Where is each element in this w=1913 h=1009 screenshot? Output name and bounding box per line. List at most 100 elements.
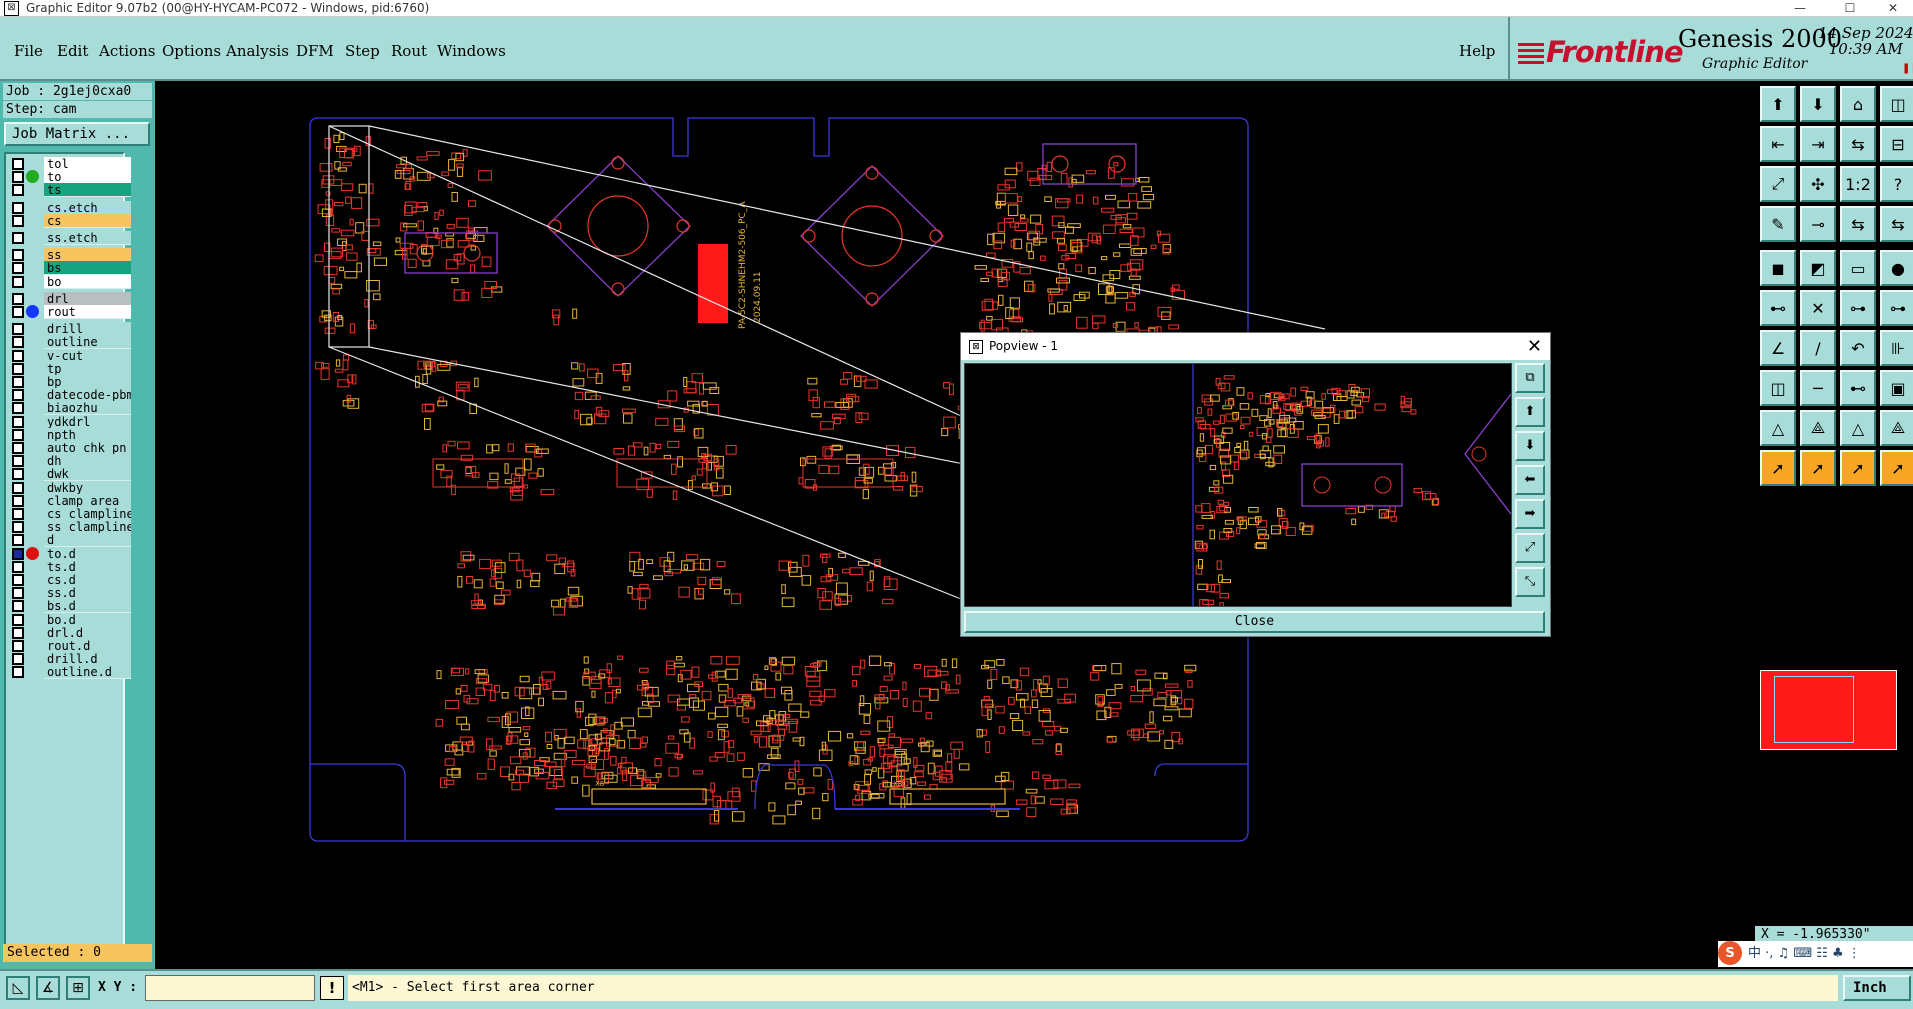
layer-row-outline[interactable]: outline <box>10 335 131 350</box>
layer-checkbox[interactable] <box>12 232 24 244</box>
popview-close-icon[interactable]: ✕ <box>1527 333 1542 360</box>
grid-icon[interactable]: ⊞ <box>66 976 90 1000</box>
layer-name[interactable]: ss_clampline <box>44 520 131 535</box>
layer-checkbox[interactable] <box>12 521 24 534</box>
layer-name[interactable]: auto_chk_pn <box>44 441 131 455</box>
tool-button-13[interactable]: ✎ <box>1760 206 1796 242</box>
layer-checkbox[interactable] <box>12 349 24 362</box>
tool-button-38[interactable]: ➚ <box>1800 450 1836 486</box>
layer-checkbox[interactable] <box>12 666 24 679</box>
layer-name[interactable]: npth <box>44 427 131 442</box>
layer-name[interactable]: ts <box>44 183 131 198</box>
popview-canvas[interactable] <box>964 363 1512 610</box>
tool-button-3[interactable]: ⌂ <box>1840 86 1876 122</box>
tool-button-7[interactable]: ⇆ <box>1840 126 1876 162</box>
layer-checkbox[interactable] <box>12 249 24 262</box>
tool-button-15[interactable]: ⇆ <box>1840 206 1876 242</box>
layer-name[interactable]: drl.d <box>44 625 131 640</box>
layer-row-cs_clampline[interactable]: cs_clampline <box>10 507 131 521</box>
layer-name[interactable]: outline.d <box>44 665 131 680</box>
layer-name[interactable]: bs.d <box>44 599 131 614</box>
layer-checkbox[interactable] <box>12 262 24 275</box>
tool-button-17[interactable]: ◼ <box>1760 250 1796 286</box>
layer-name[interactable]: rout.d <box>44 639 131 653</box>
layer-row-to.d[interactable]: to.d <box>10 546 131 561</box>
layer-name[interactable]: bo <box>44 274 131 289</box>
layer-checkbox[interactable] <box>12 323 24 336</box>
layer-checkbox[interactable] <box>12 442 24 454</box>
layer-row-drill[interactable]: drill <box>10 322 131 337</box>
layer-checkbox[interactable] <box>12 275 24 288</box>
tool-button-4[interactable]: ◫ <box>1880 86 1913 122</box>
layer-row-tol[interactable]: tol <box>10 157 131 171</box>
layer-name[interactable]: datecode-pbm <box>44 388 131 403</box>
tool-button-8[interactable]: ⊟ <box>1880 126 1913 162</box>
menu-analysis[interactable]: Analysis <box>226 42 289 60</box>
tool-button-14[interactable]: ⊸ <box>1800 206 1836 242</box>
menu-options[interactable]: Options <box>162 42 221 60</box>
layer-name[interactable]: bo.d <box>44 612 131 627</box>
layer-name[interactable]: v-cut <box>44 348 131 363</box>
layer-checkbox[interactable] <box>12 214 24 227</box>
layer-checkbox[interactable] <box>12 158 24 170</box>
snap-icon[interactable]: ◺ <box>6 976 30 1000</box>
close-window-button[interactable]: ✕ <box>1873 0 1913 16</box>
layer-name[interactable]: dwk <box>44 467 131 482</box>
tool-button-27[interactable]: ↶ <box>1840 330 1876 366</box>
layer-row-cs.etch[interactable]: cs.etch <box>10 200 131 215</box>
layer-checkbox[interactable] <box>12 171 24 184</box>
layer-name[interactable]: cs <box>44 213 131 228</box>
layer-name[interactable]: ss <box>44 248 131 263</box>
layer-name[interactable]: rout <box>44 305 131 319</box>
layer-row-d[interactable]: d <box>10 533 131 548</box>
minimize-button[interactable]: — <box>1780 0 1820 16</box>
layer-checkbox[interactable] <box>12 613 24 626</box>
layer-name[interactable]: ss.d <box>44 586 131 601</box>
layer-name[interactable]: d <box>44 533 131 548</box>
layer-name[interactable]: dh <box>44 454 131 469</box>
tool-button-26[interactable]: ∕ <box>1800 330 1836 366</box>
layer-row-bo[interactable]: bo <box>10 274 131 289</box>
tool-button-22[interactable]: ✕ <box>1800 290 1836 326</box>
tool-button-30[interactable]: ─ <box>1800 370 1836 406</box>
layer-row-bs.d[interactable]: bs.d <box>10 599 131 614</box>
menu-step[interactable]: Step <box>345 42 380 60</box>
layer-checkbox[interactable] <box>12 534 24 547</box>
tool-button-10[interactable]: ✣ <box>1800 166 1836 202</box>
layer-row-tp[interactable]: tp <box>10 361 131 376</box>
layer-row-bs[interactable]: bs <box>10 261 131 276</box>
layer-name[interactable]: drill.d <box>44 652 131 667</box>
layer-checkbox[interactable] <box>12 626 24 639</box>
layer-row-drl[interactable]: drl <box>10 291 131 306</box>
layer-row-ss_clampline[interactable]: ss_clampline <box>10 520 131 535</box>
layer-name[interactable]: tol <box>44 157 131 171</box>
layer-name[interactable]: bs <box>44 261 131 276</box>
layer-checkbox[interactable] <box>12 574 24 586</box>
layer-row-auto_chk_pn[interactable]: auto_chk_pn <box>10 441 131 455</box>
popview-pan-left-button[interactable]: ⬅ <box>1515 465 1545 495</box>
tool-button-20[interactable]: ● <box>1880 250 1913 286</box>
layer-name[interactable]: outline <box>44 335 131 350</box>
overview-viewport[interactable] <box>1774 676 1854 743</box>
popview-zoom-fit-button[interactable]: ⧉ <box>1515 363 1545 393</box>
tool-button-16[interactable]: ⇆ <box>1880 206 1913 242</box>
layer-name[interactable]: clamp_area <box>44 493 131 508</box>
layer-checkbox[interactable] <box>12 201 24 214</box>
layer-row-ss.etch[interactable]: ss.etch <box>10 231 131 245</box>
layer-checkbox[interactable] <box>12 560 24 573</box>
menu-file[interactable]: File <box>14 42 43 60</box>
tool-button-21[interactable]: ⊷ <box>1760 290 1796 326</box>
layer-name[interactable]: drill <box>44 322 131 337</box>
layer-checkbox[interactable] <box>12 640 24 652</box>
layer-name[interactable]: bp <box>44 375 131 389</box>
layer-checkbox[interactable] <box>12 376 24 388</box>
layer-name[interactable]: to <box>44 170 131 185</box>
overview-map[interactable] <box>1760 670 1897 750</box>
menu-edit[interactable]: Edit <box>57 42 88 60</box>
tool-button-35[interactable]: △ <box>1840 410 1876 446</box>
tool-button-31[interactable]: ⊷ <box>1840 370 1876 406</box>
layer-name[interactable]: drl <box>44 291 131 306</box>
menu-actions[interactable]: Actions <box>99 42 155 60</box>
layer-row-clamp_area[interactable]: clamp_area <box>10 493 131 508</box>
layer-name[interactable]: dwkby <box>44 480 131 495</box>
